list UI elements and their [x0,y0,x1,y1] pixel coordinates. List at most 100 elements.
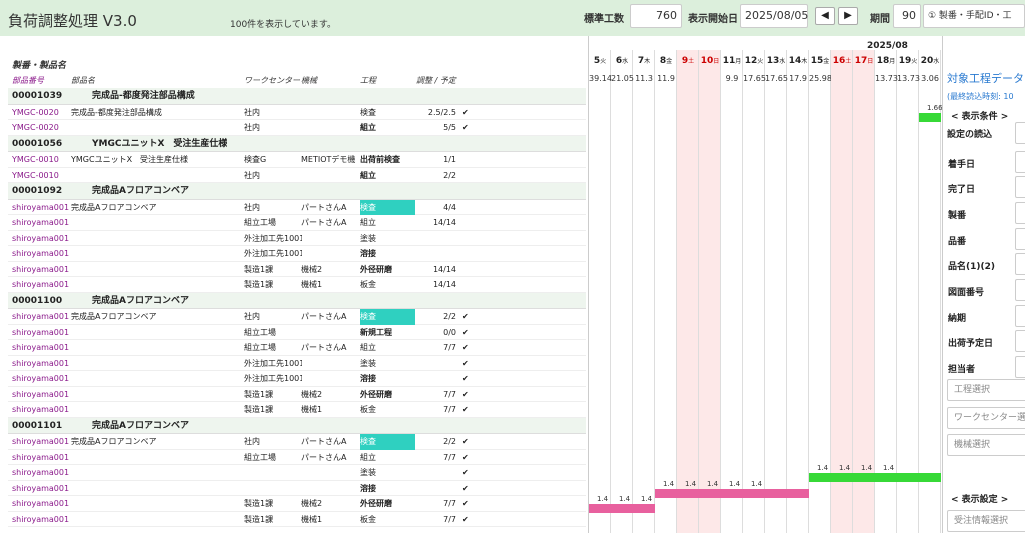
gantt-day-label: 17日 [854,56,874,66]
table-row[interactable]: shiroyama001 外注加工先1001 塗装 ✔ [8,356,586,372]
gantt-bar[interactable] [919,112,941,122]
gantt-bar-label: 1.4 [685,479,697,488]
table-row[interactable]: shiroyama001 製造1課 機械2 外径研磨 14/14 [8,262,586,277]
check-icon[interactable]: ✔ [462,120,469,136]
machine-select[interactable]: 機械選択 [947,434,1025,456]
gantt-bar-label: 1.4 [641,495,653,503]
gantt-bar[interactable] [809,473,941,482]
std-hours-input[interactable]: 760 [630,4,682,28]
end-date-filter[interactable] [1015,176,1025,198]
check-icon[interactable]: ✔ [462,496,469,512]
machine: パートさんA [301,343,347,352]
gantt-bar[interactable] [655,488,809,498]
group-header[interactable]: 00001092 完成品Aフロアコンベア [8,183,586,200]
group-header[interactable]: 00001101 完成品Aフロアコンベア [8,417,586,434]
table-row[interactable]: YMGC-0010 社内 組立 2/2 [8,168,586,183]
table-row[interactable]: shiroyama001 組立工場 新規工程 0/0 ✔ [8,325,586,341]
part-number: shiroyama001 [12,327,70,337]
process: 溶接 [360,249,376,258]
table-row[interactable]: shiroyama001 製造1課 機械1 板金 14/14 [8,277,586,293]
workcenter: 外注加工先1001 [244,233,302,243]
table-row[interactable]: YMGC-0010 YMGCユニットX 受注生産仕様 検査G METIOTデモ機 出荷前… [8,152,586,168]
machine: 機械2 [301,264,323,274]
gantt-bar-label: 1.66 [927,103,942,112]
machine: 機械2 [301,389,323,399]
check-icon[interactable]: ✔ [462,387,469,403]
seiban-filter[interactable] [1015,202,1025,224]
check-icon[interactable]: ✔ [462,340,469,356]
part-number: YMGC-0020 [12,107,59,117]
table-row[interactable]: shiroyama001 完成品Aフロアコンベア 社内 パートさんA 検査 4/4 [8,199,586,215]
due-filter[interactable] [1015,305,1025,327]
gantt-day-column [677,50,699,533]
person-filter[interactable] [1015,356,1025,378]
check-icon[interactable]: ✔ [462,465,469,481]
table-row[interactable]: shiroyama001 組立工場 パートさんA 組立 7/7 ✔ [8,340,586,356]
gantt-day-load: 39.14 [589,74,612,83]
gantt-day-load: 25.98 [809,74,832,83]
check-icon[interactable]: ✔ [462,309,469,325]
order-info-select[interactable]: 受注情報選択 [947,510,1025,532]
workcenter-select[interactable]: ワークセンター選 [947,407,1025,429]
check-icon[interactable]: ✔ [462,450,469,466]
hinban-filter[interactable] [1015,228,1025,250]
check-icon[interactable]: ✔ [462,434,469,450]
gantt-day-label: 13水 [766,56,786,66]
table-row[interactable]: YMGC-0020 社内 組立 5/5 ✔ [8,120,586,136]
prev-button[interactable]: ◀ [815,7,835,25]
group-header[interactable]: 00001056 YMGCユニットX 受注生産仕様 [8,135,586,152]
gantt-day-load: 17.65 [743,74,766,83]
filter-panel: 対象工程データ (最終読込時刻: 10 < 表示条件 > 設定の読込 着手日 完… [942,36,1025,533]
check-icon[interactable]: ✔ [462,512,469,528]
hinban-filter-label: 品番 [948,237,967,247]
part-number: shiroyama001 [12,233,70,243]
part-name: 完成品-都度発注部品構成 [71,107,162,117]
check-icon[interactable]: ✔ [462,105,469,121]
next-button[interactable]: ▶ [838,7,858,25]
table-row[interactable]: shiroyama001 完成品Aフロアコンベア 社内 パートさんA 検査 2/2 ✔ [8,309,586,325]
load-settings-select[interactable] [1015,122,1025,144]
start-date-filter[interactable] [1015,151,1025,173]
gantt-bar[interactable] [589,504,655,513]
filter-select[interactable]: ① 製番・手配ID・工 [923,4,1025,28]
table-row[interactable]: shiroyama001 外注加工先1001 溶接 [8,246,586,262]
ship-filter[interactable] [1015,330,1025,352]
ship-filter-label: 出荷予定日 [948,339,994,349]
table-row[interactable]: shiroyama001 製造1課 機械2 外径研磨 7/7 ✔ [8,387,586,403]
workcenter: 組立工場 [244,343,276,352]
adjust-plan: 7/7 [443,389,456,399]
check-icon[interactable]: ✔ [462,481,469,497]
table-row[interactable]: YMGC-0020 完成品-都度発注部品構成 社内 検査 2.5/2.5 ✔ [8,105,586,121]
table-row[interactable]: shiroyama001 溶接 ✔ [8,481,586,497]
check-icon[interactable]: ✔ [462,371,469,387]
group-header[interactable]: 00001039 完成品-都度発注部品構成 [8,88,586,105]
table-row[interactable]: shiroyama001 外注加工先1001 塗装 [8,231,586,246]
machine: 機械1 [301,280,323,289]
check-icon[interactable]: ✔ [462,325,469,341]
period-input[interactable]: 90 [893,4,921,28]
table-row[interactable]: shiroyama001 外注加工先1001 溶接 ✔ [8,371,586,387]
table-row[interactable]: shiroyama001 製造1課 機械1 板金 7/7 ✔ [8,402,586,418]
machine: パートさんA [301,218,347,227]
process-select[interactable]: 工程選択 [947,379,1025,401]
check-icon[interactable]: ✔ [462,402,469,418]
check-icon[interactable]: ✔ [462,356,469,372]
table-row[interactable]: shiroyama001 製造1課 機械1 板金 7/7 ✔ [8,512,586,528]
group-header[interactable]: 00001100 完成品Aフロアコンベア [8,292,586,309]
drawing-filter[interactable] [1015,279,1025,301]
table-row[interactable]: shiroyama001 塗装 ✔ [8,465,586,481]
gantt-day-load: 17.65 [765,74,788,83]
table-row[interactable]: shiroyama001 組立工場 パートさんA 組立 7/7 ✔ [8,450,586,466]
workcenter: 製造1課 [244,514,274,524]
last-load: (最終読込時刻: 10 [947,92,1014,101]
table-row[interactable]: shiroyama001 製造1課 機械2 外径研磨 7/7 ✔ [8,496,586,512]
hinmei-filter[interactable] [1015,253,1025,275]
table-row[interactable]: shiroyama001 組立工場 パートさんA 組立 14/14 [8,215,586,231]
table-row[interactable]: shiroyama001 完成品Aフロアコンベア 社内 パートさんA 検査 2/2 ✔ [8,434,586,450]
prev-icon: ◀ [821,10,829,21]
workcenter: 組立工場 [244,452,276,462]
start-date-input[interactable]: 2025/08/05 [740,4,808,28]
gantt-day-label: 7木 [637,56,651,66]
gantt-bar-label: 1.4 [817,464,829,472]
part-number: shiroyama001 [12,468,70,477]
